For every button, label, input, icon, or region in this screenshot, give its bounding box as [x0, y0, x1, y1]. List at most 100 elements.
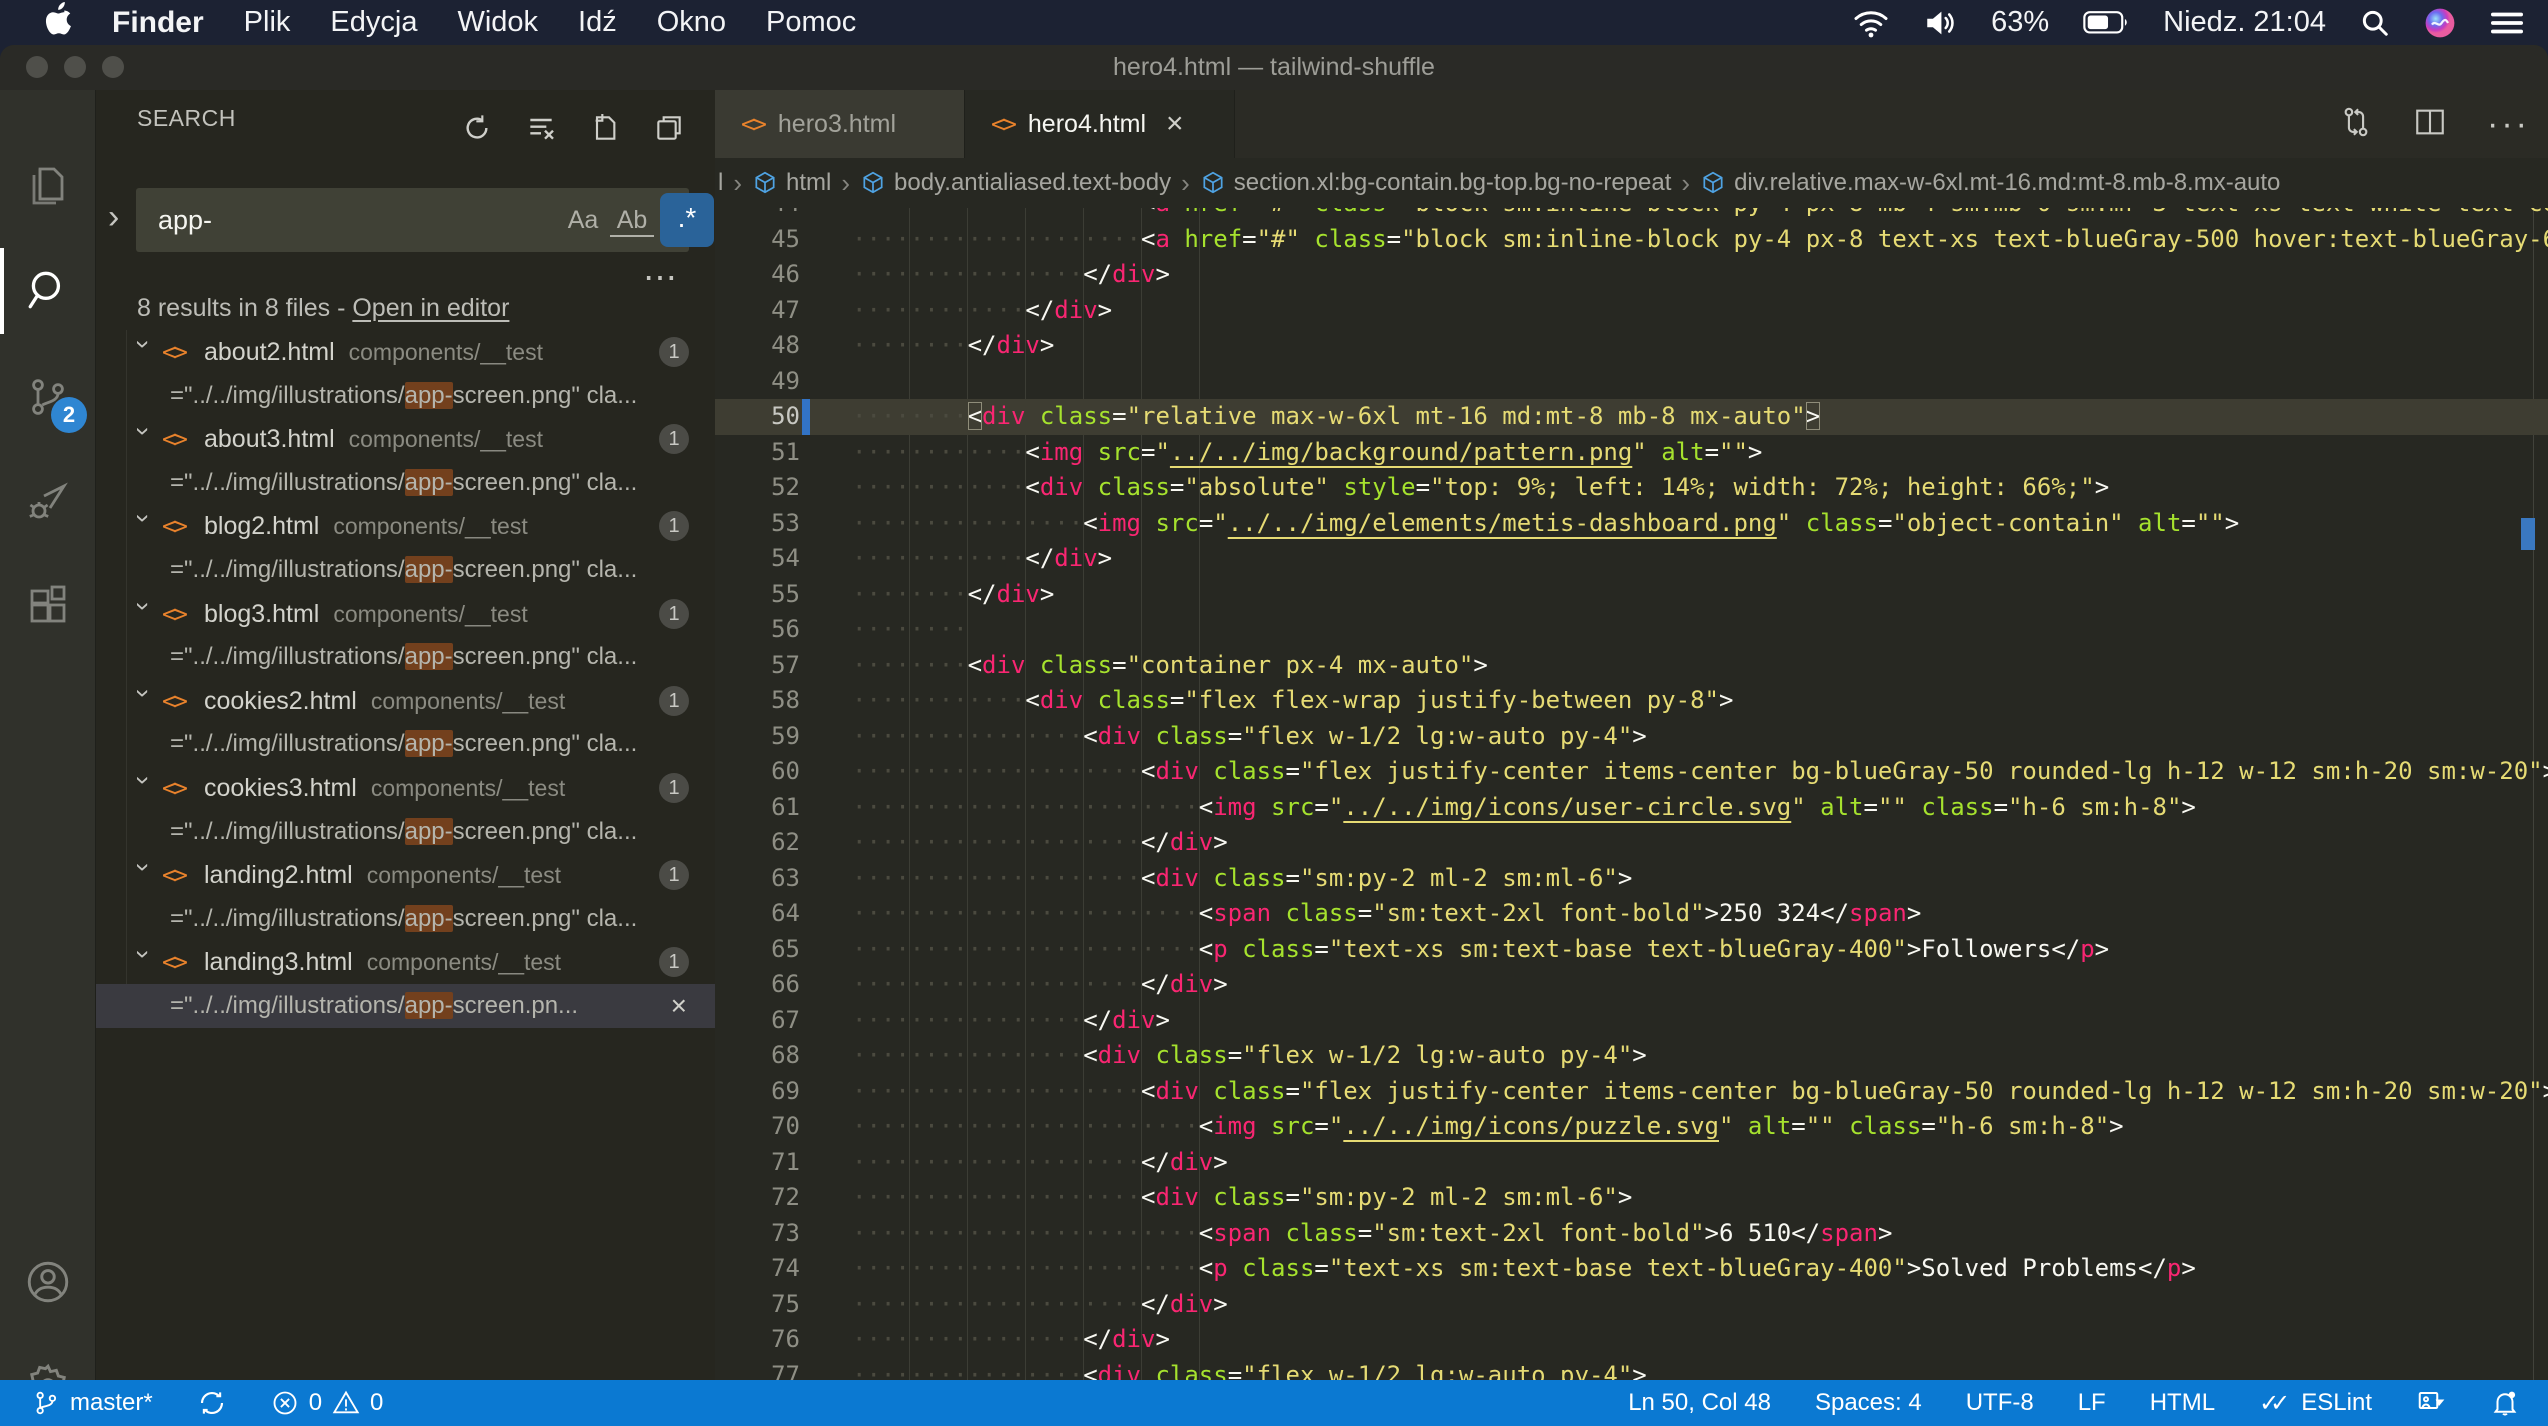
line-number[interactable]: 54: [715, 541, 800, 577]
search-file-row[interactable]: ›<>about2.htmlcomponents/__test1: [96, 330, 715, 374]
code-line-67[interactable]: 67················</div>: [715, 1003, 2548, 1039]
code-line-68[interactable]: 68················<div class="flex w-1/2…: [715, 1038, 2548, 1074]
line-number[interactable]: 73: [715, 1216, 800, 1252]
breadcrumb-item[interactable]: section.xl:bg-contain.bg-top.bg-no-repea…: [1200, 169, 1672, 197]
breadcrumb-item[interactable]: div.relative.max-w-6xl.mt-16.md:mt-8.mb-…: [1700, 169, 2280, 197]
open-in-editor-icon[interactable]: [653, 112, 685, 144]
code-line-60[interactable]: 60····················<div class="flex j…: [715, 754, 2548, 790]
code-line-48[interactable]: 48········</div>: [715, 328, 2548, 364]
search-file-row[interactable]: ›<>landing2.htmlcomponents/__test1: [96, 853, 715, 897]
notifications-bell-icon[interactable]: [2490, 1388, 2520, 1418]
code-line-50[interactable]: 50········<div class="relative max-w-6xl…: [715, 399, 2548, 435]
match-case-toggle[interactable]: Aa: [560, 202, 606, 238]
open-changes-icon[interactable]: [2339, 105, 2373, 144]
line-number[interactable]: 60: [715, 754, 800, 790]
line-number[interactable]: 76: [715, 1322, 800, 1358]
line-number[interactable]: 62: [715, 825, 800, 861]
linter-status[interactable]: ✓✓ESLint: [2259, 1389, 2372, 1418]
search-file-row[interactable]: ›<>cookies2.htmlcomponents/__test1: [96, 679, 715, 723]
line-number[interactable]: 45: [715, 222, 800, 258]
code-line-65[interactable]: 65························<p class="text…: [715, 932, 2548, 968]
open-in-editor-link[interactable]: Open in editor: [352, 294, 509, 322]
toggle-details-icon[interactable]: ⋯: [643, 258, 679, 298]
new-search-editor-icon[interactable]: [589, 112, 621, 144]
line-number[interactable]: 50: [715, 399, 800, 435]
menu-idz[interactable]: Idź: [578, 6, 617, 39]
breadcrumb-item[interactable]: html: [752, 169, 831, 197]
search-file-row[interactable]: ›<>landing3.htmlcomponents/__test1: [96, 940, 715, 984]
code-line-62[interactable]: 62····················</div>: [715, 825, 2548, 861]
code-line-59[interactable]: 59················<div class="flex w-1/2…: [715, 719, 2548, 755]
line-number[interactable]: 44: [715, 208, 800, 222]
code-line-61[interactable]: 61························<img src="../.…: [715, 790, 2548, 826]
code-line-51[interactable]: 51············<img src="../../img/backgr…: [715, 435, 2548, 471]
siri-icon[interactable]: [2424, 7, 2456, 39]
search-file-row[interactable]: ›<>blog2.htmlcomponents/__test1: [96, 504, 715, 548]
line-number[interactable]: 66: [715, 967, 800, 1003]
line-number[interactable]: 61: [715, 790, 800, 826]
line-number[interactable]: 71: [715, 1145, 800, 1181]
line-number[interactable]: 51: [715, 435, 800, 471]
line-number[interactable]: 58: [715, 683, 800, 719]
search-file-row[interactable]: ›<>about3.htmlcomponents/__test1: [96, 417, 715, 461]
problems-status[interactable]: 0 0: [271, 1389, 384, 1417]
menu-okno[interactable]: Okno: [657, 6, 726, 39]
tab-hero3[interactable]: <> hero3.html: [715, 90, 965, 158]
code-line-56[interactable]: 56········: [715, 612, 2548, 648]
code-line-72[interactable]: 72····················<div class="sm:py-…: [715, 1180, 2548, 1216]
more-actions-icon[interactable]: ···: [2487, 105, 2530, 144]
search-file-row[interactable]: ›<>cookies3.htmlcomponents/__test1: [96, 766, 715, 810]
code-line-64[interactable]: 64························<span class="s…: [715, 896, 2548, 932]
code-line-58[interactable]: 58············<div class="flex flex-wrap…: [715, 683, 2548, 719]
line-number[interactable]: 65: [715, 932, 800, 968]
code-line-69[interactable]: 69····················<div class="flex j…: [715, 1074, 2548, 1110]
line-number[interactable]: 52: [715, 470, 800, 506]
line-number[interactable]: 56: [715, 612, 800, 648]
window-titlebar[interactable]: hero4.html — tailwind-shuffle: [0, 45, 2548, 91]
code-line-45[interactable]: 45····················<a href="#" class=…: [715, 222, 2548, 258]
search-file-row[interactable]: ›<>blog3.htmlcomponents/__test1: [96, 592, 715, 636]
tab-hero4-active[interactable]: <> hero4.html ×: [965, 90, 1235, 158]
code-line-74[interactable]: 74························<p class="text…: [715, 1251, 2548, 1287]
branch-status[interactable]: master*: [32, 1389, 153, 1417]
query-expand-chevron[interactable]: ›: [108, 198, 119, 237]
chevron-down-icon[interactable]: ›: [122, 340, 166, 364]
refresh-icon[interactable]: [461, 112, 493, 144]
breadcrumb-item[interactable]: body.antialiased.text-body: [860, 169, 1171, 197]
encoding-status[interactable]: UTF-8: [1966, 1389, 2034, 1417]
search-match-row[interactable]: ="../../img/illustrations/app-screen.png…: [96, 461, 715, 505]
clear-results-icon[interactable]: [525, 112, 557, 144]
feedback-icon[interactable]: [2416, 1388, 2446, 1418]
search-match-row[interactable]: ="../../img/illustrations/app-screen.png…: [96, 635, 715, 679]
indentation-status[interactable]: Spaces: 4: [1815, 1389, 1922, 1417]
cursor-position[interactable]: Ln 50, Col 48: [1628, 1389, 1771, 1417]
line-number[interactable]: 49: [715, 364, 800, 400]
code-line-70[interactable]: 70························<img src="../.…: [715, 1109, 2548, 1145]
code-line-71[interactable]: 71····················</div>: [715, 1145, 2548, 1181]
line-number[interactable]: 47: [715, 293, 800, 329]
line-number[interactable]: 59: [715, 719, 800, 755]
line-number[interactable]: 48: [715, 328, 800, 364]
account-icon[interactable]: [0, 1240, 95, 1324]
spotlight-icon[interactable]: [2360, 8, 2390, 38]
line-number[interactable]: 46: [715, 257, 800, 293]
sync-icon[interactable]: [197, 1388, 227, 1418]
control-center-icon[interactable]: [2490, 10, 2524, 36]
code-line-75[interactable]: 75····················</div>: [715, 1287, 2548, 1323]
line-number[interactable]: 68: [715, 1038, 800, 1074]
line-number[interactable]: 74: [715, 1251, 800, 1287]
split-editor-icon[interactable]: [2413, 105, 2447, 144]
search-match-row[interactable]: ="../../img/illustrations/app-screen.pn.…: [96, 984, 715, 1028]
search-match-row[interactable]: ="../../img/illustrations/app-screen.png…: [96, 897, 715, 941]
code-line-76[interactable]: 76················</div>: [715, 1322, 2548, 1358]
volume-icon[interactable]: [1923, 8, 1957, 38]
search-match-row[interactable]: ="../../img/illustrations/app-screen.png…: [96, 374, 715, 418]
language-mode[interactable]: HTML: [2150, 1389, 2215, 1417]
code-line-55[interactable]: 55········</div>: [715, 577, 2548, 613]
menu-edycja[interactable]: Edycja: [330, 6, 417, 39]
chevron-down-icon[interactable]: ›: [122, 863, 166, 887]
breadcrumb-item[interactable]: l: [718, 169, 723, 197]
search-match-row[interactable]: ="../../img/illustrations/app-screen.png…: [96, 810, 715, 854]
code-line-47[interactable]: 47············</div>: [715, 293, 2548, 329]
line-number[interactable]: 57: [715, 648, 800, 684]
